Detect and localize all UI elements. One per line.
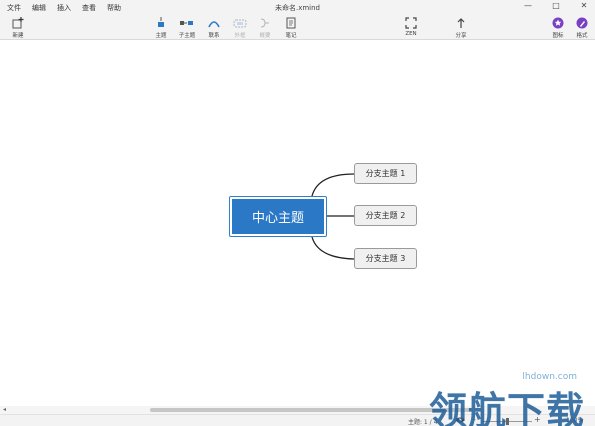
share-button[interactable]: 分享 xyxy=(448,16,474,39)
brush-icon xyxy=(569,17,595,31)
eye-icon[interactable] xyxy=(455,416,465,426)
minimize-button[interactable]: — xyxy=(523,1,533,10)
summary-icon xyxy=(252,17,278,31)
title-bar: 文件 编辑 插入 查看 帮助 未命名.xmind — □ ✕ xyxy=(0,0,595,15)
share-upload-icon xyxy=(448,17,474,31)
branch-topic-1[interactable]: 分支主题 1 xyxy=(354,163,417,184)
boundary-label: 外框 xyxy=(234,33,246,39)
horizontal-scrollbar[interactable]: ◂ xyxy=(0,406,595,414)
zen-button[interactable]: ZEN xyxy=(398,16,424,37)
icon-panel-button[interactable]: 图标 xyxy=(545,16,571,39)
relationship-label: 联系 xyxy=(208,33,220,39)
note-button[interactable]: 笔记 xyxy=(278,16,304,39)
maximize-button[interactable]: □ xyxy=(551,1,561,10)
new-button[interactable]: 新建 xyxy=(5,16,31,39)
relationship-icon xyxy=(201,17,227,31)
summary-label: 概要 xyxy=(259,33,271,39)
boundary-icon xyxy=(227,17,253,31)
mindmap-canvas[interactable]: 中心主题 分支主题 1 分支主题 2 分支主题 3 xyxy=(0,40,595,406)
icon-label: 图标 xyxy=(552,33,564,39)
note-label: 笔记 xyxy=(285,33,297,39)
new-label: 新建 xyxy=(12,33,24,39)
note-icon xyxy=(278,17,304,31)
scrollbar-thumb[interactable] xyxy=(150,408,470,412)
new-file-icon xyxy=(5,17,31,31)
document-title: 未命名.xmind xyxy=(274,4,320,12)
subtopic-label: 子主题 xyxy=(178,33,196,39)
subtopic-button[interactable]: 子主题 xyxy=(174,16,200,39)
format-button[interactable]: 格式 xyxy=(569,16,595,39)
boundary-button[interactable]: 外框 xyxy=(227,16,253,39)
central-topic[interactable]: 中心主题 xyxy=(229,196,327,237)
zen-fullscreen-icon xyxy=(398,17,424,31)
relationship-button[interactable]: 联系 xyxy=(201,16,227,39)
zoom-out-button[interactable]: – xyxy=(472,415,476,424)
branch-topic-2[interactable]: 分支主题 2 xyxy=(354,205,417,226)
topic-label: 主题 xyxy=(155,33,167,39)
format-label: 格式 xyxy=(576,33,588,39)
scroll-left-icon[interactable]: ◂ xyxy=(3,406,6,413)
branch-topic-3[interactable]: 分支主题 3 xyxy=(354,248,417,269)
subtopic-icon xyxy=(174,17,200,31)
zen-label: ZEN xyxy=(405,31,417,37)
zoom-in-button[interactable]: + xyxy=(534,415,541,424)
summary-button[interactable]: 概要 xyxy=(252,16,278,39)
status-bar: 主题: 1 / 4 – + 100% xyxy=(0,414,595,426)
topic-count: 主题: 1 / 4 xyxy=(408,419,438,426)
close-button[interactable]: ✕ xyxy=(579,1,589,10)
central-topic-label: 中心主题 xyxy=(232,199,324,234)
topic-button[interactable]: 主题 xyxy=(148,16,174,39)
xmind-window: 文件 编辑 插入 查看 帮助 未命名.xmind — □ ✕ 新建 主题 子主题… xyxy=(0,0,595,426)
window-controls: — □ ✕ xyxy=(523,1,589,10)
zoom-slider-handle[interactable] xyxy=(506,418,509,425)
star-badge-icon xyxy=(545,17,571,31)
topic-icon xyxy=(148,17,174,31)
zoom-level: 100% xyxy=(566,417,584,424)
toolbar: 新建 主题 子主题 联系 外框 概要 笔记 ZEN 分享 图标 格式 xyxy=(0,15,595,40)
share-label: 分享 xyxy=(455,33,467,39)
